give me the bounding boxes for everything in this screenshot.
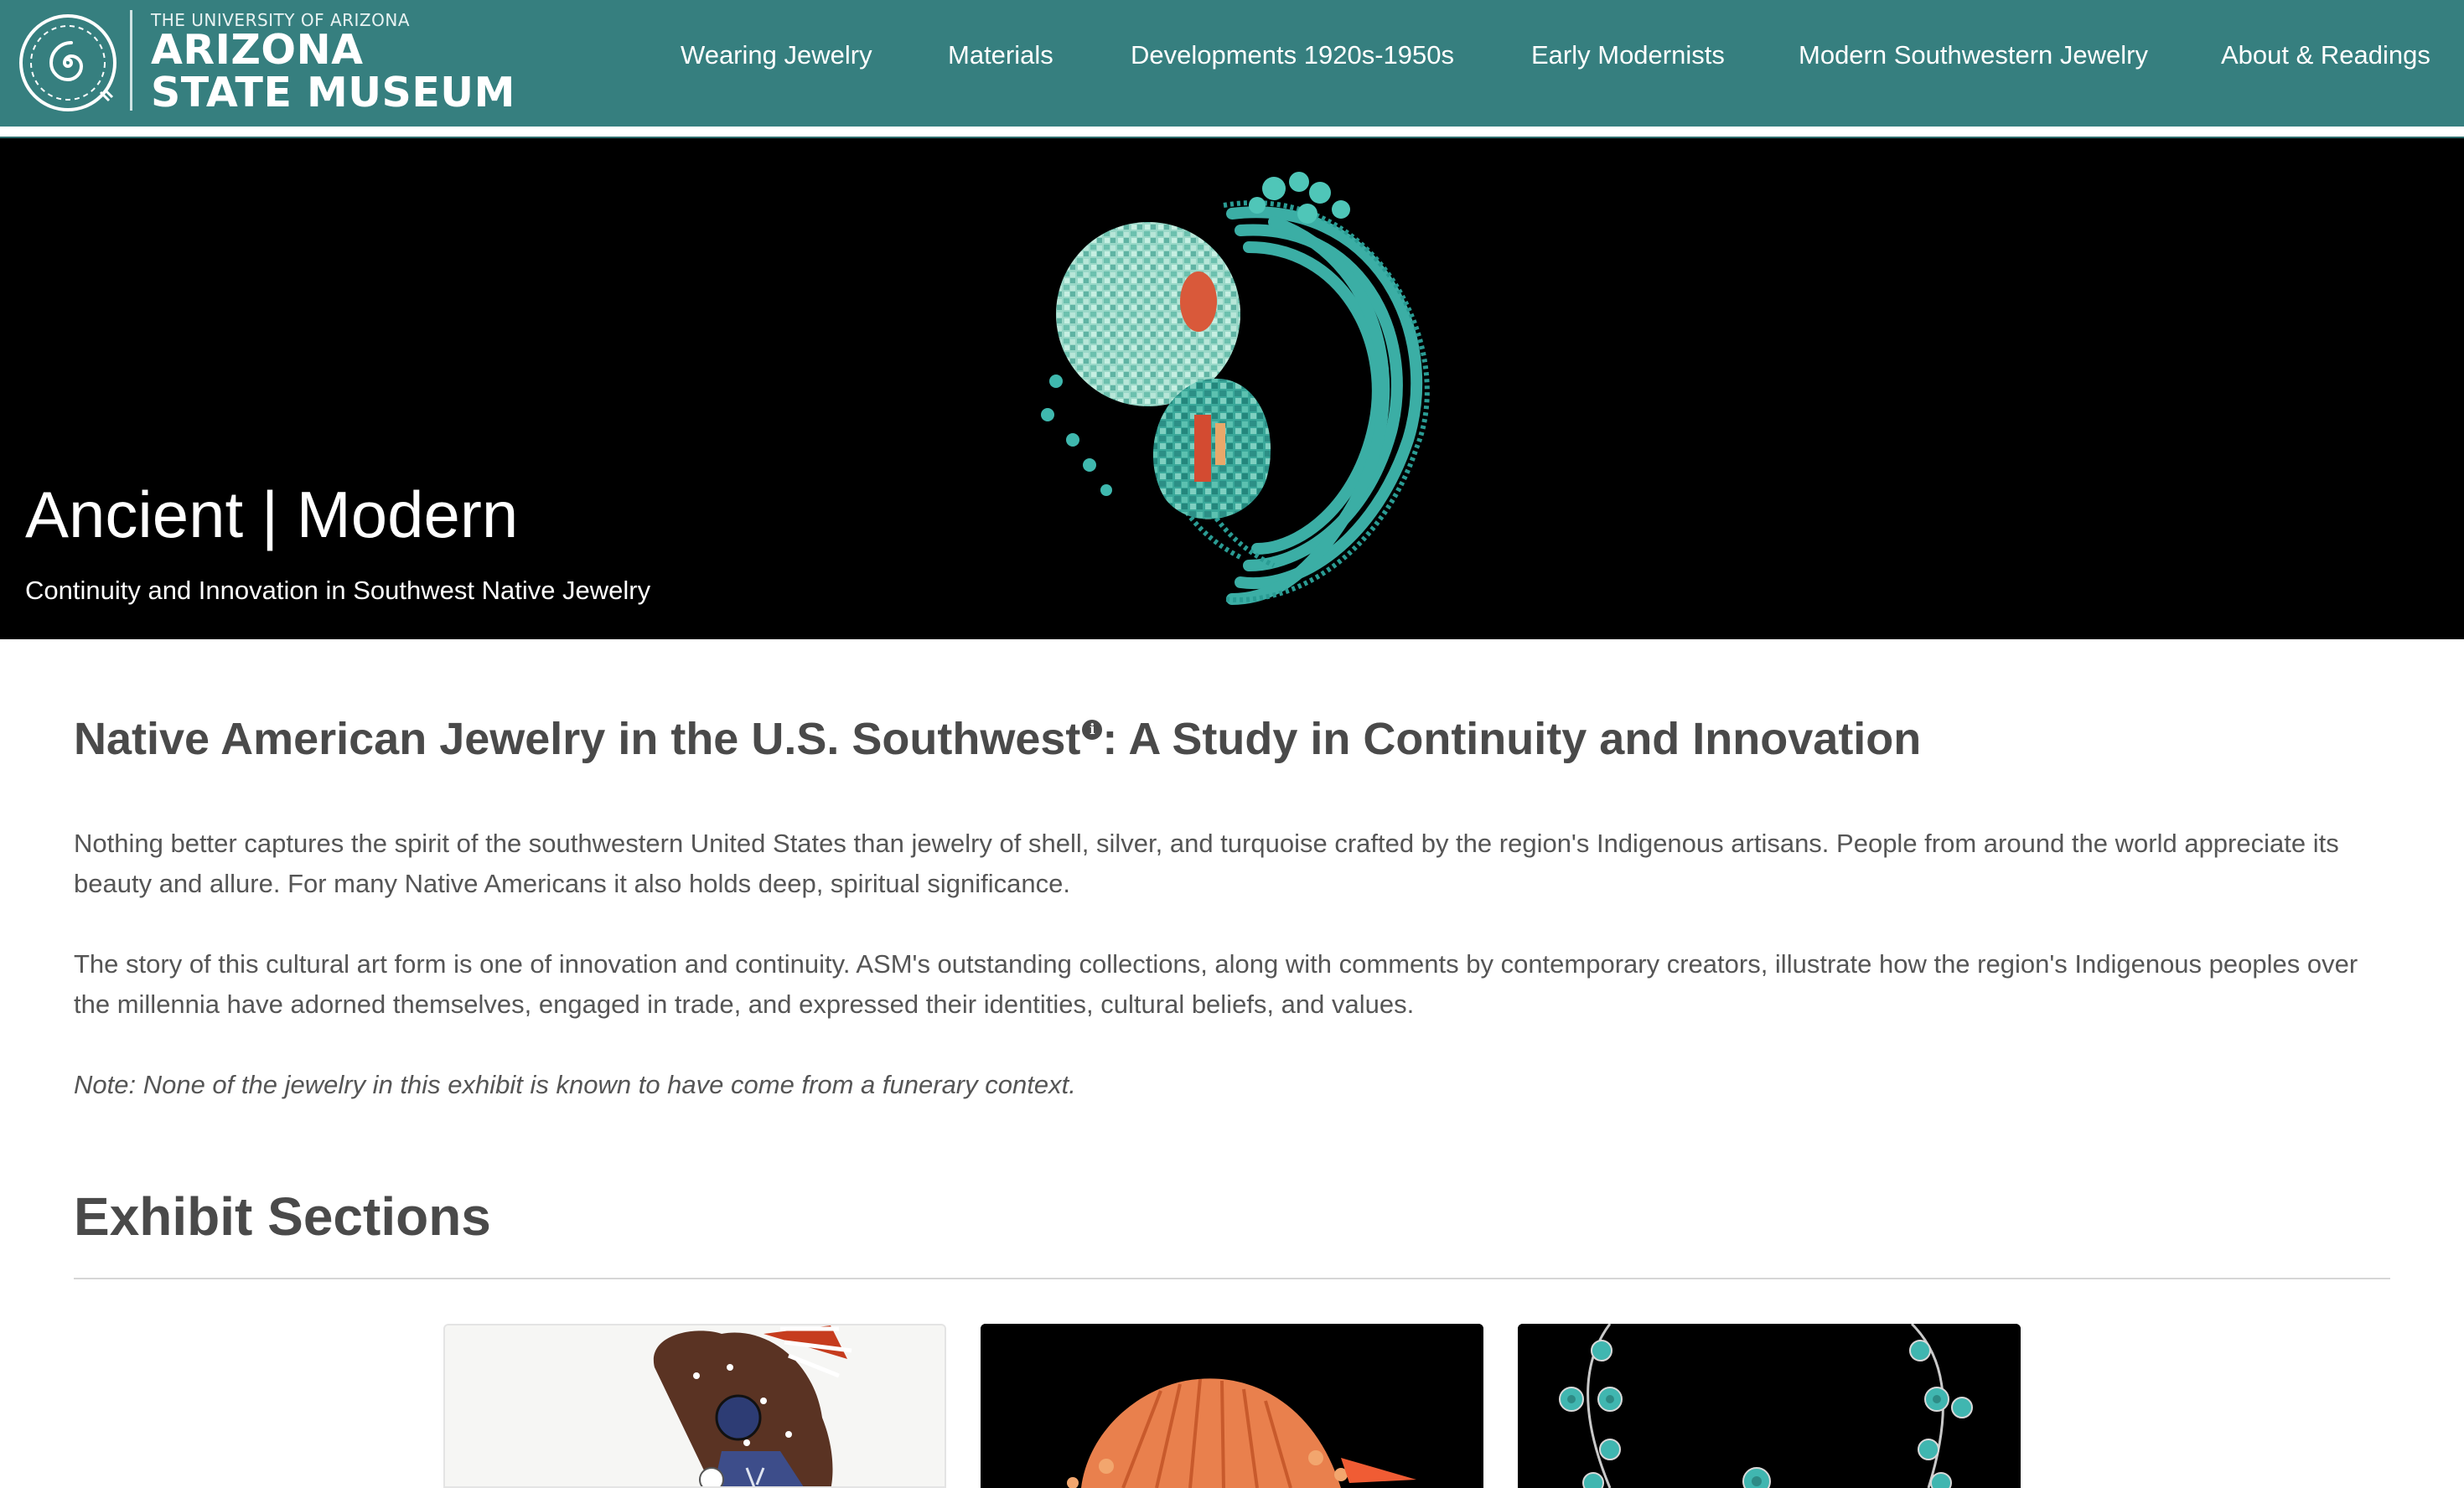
nav-item-materials[interactable]: Materials — [948, 40, 1053, 70]
turquoise-silver-necklace-image — [1518, 1324, 2021, 1488]
exhibit-card-developments[interactable] — [1518, 1324, 2021, 1488]
exhibit-card-materials[interactable] — [981, 1324, 1483, 1488]
hero-subtitle: Continuity and Innovation in Southwest N… — [25, 576, 651, 605]
painted-figure-headdress-image — [445, 1325, 945, 1486]
nav-item-wearing-jewelry[interactable]: Wearing Jewelry — [681, 40, 872, 70]
page-title: Native American Jewelry in the U.S. Sout… — [74, 713, 1921, 765]
exhibit-card-wearing-jewelry[interactable] — [443, 1324, 946, 1488]
nav-item-about-readings[interactable]: About & Readings — [2221, 40, 2430, 70]
page-title-suffix: : A Study in Continuity and Innovation — [1102, 714, 1922, 764]
page-title-text: Native American Jewelry in the U.S. Sout… — [74, 714, 1081, 764]
turquoise-mosaic-jewelry-image — [1041, 172, 1430, 605]
exhibit-sections-heading: Exhibit Sections — [74, 1186, 491, 1247]
intro-paragraph-2: The story of this cultural art form is o… — [74, 949, 2358, 1019]
nav-item-developments[interactable]: Developments 1920s-1950s — [1131, 40, 1454, 70]
info-icon[interactable]: i — [1082, 720, 1103, 740]
exhibit-cards — [0, 1324, 2464, 1488]
site-header: THE UNIVERSITY OF ARIZONA ARIZONA STATE … — [0, 0, 2464, 132]
funerary-note: Note: None of the jewelry in this exhibi… — [74, 1070, 1076, 1099]
section-divider — [74, 1278, 2390, 1279]
hero-banner: Ancient | Modern Continuity and Innovati… — [0, 138, 2464, 639]
spiny-oyster-shell-image — [981, 1324, 1483, 1488]
nav-item-modern-southwestern-jewelry[interactable]: Modern Southwestern Jewelry — [1799, 40, 2148, 70]
intro-paragraph-1: Nothing better captures the spirit of th… — [74, 829, 2339, 898]
hero-title: Ancient | Modern — [25, 478, 519, 551]
main-nav: Wearing Jewelry Materials Developments 1… — [0, 40, 2464, 82]
nav-item-early-modernists[interactable]: Early Modernists — [1531, 40, 1725, 70]
